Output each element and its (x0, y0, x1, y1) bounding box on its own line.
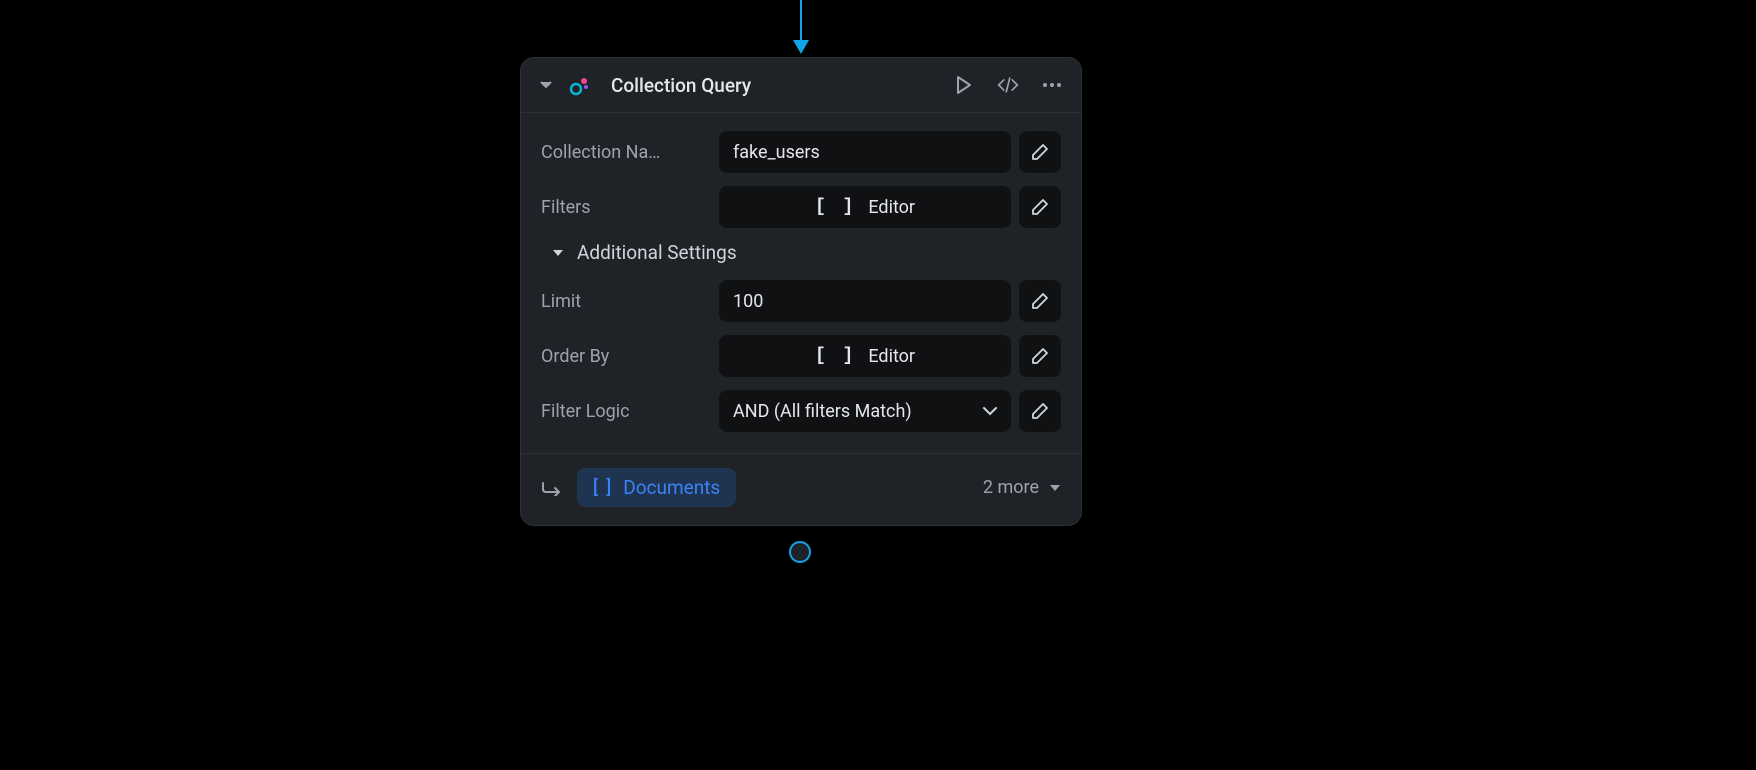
chevron-down-icon (983, 407, 997, 416)
order-by-edit-button[interactable] (1019, 335, 1061, 377)
limit-input[interactable]: 100 (719, 280, 1011, 322)
brackets-icon: [ ] (815, 197, 856, 217)
node-footer: [ ] Documents 2 more (521, 453, 1081, 525)
collection-query-node: Collection Query Collection Na… fake_use… (520, 57, 1082, 526)
order-by-editor-button[interactable]: [ ] Editor (719, 335, 1011, 377)
order-by-editor-label: Editor (868, 346, 915, 367)
collection-name-row: Collection Na… fake_users (541, 131, 1061, 173)
node-body: Collection Na… fake_users Filters [ ] Ed… (521, 113, 1081, 453)
filters-row: Filters [ ] Editor (541, 186, 1061, 228)
limit-label: Limit (541, 291, 711, 312)
order-by-row: Order By [ ] Editor (541, 335, 1061, 377)
input-connector-arrow-icon (793, 40, 809, 54)
input-connector-line (800, 0, 802, 45)
filter-logic-edit-button[interactable] (1019, 390, 1061, 432)
chevron-down-icon (551, 246, 565, 260)
documents-output-label: Documents (623, 476, 720, 499)
additional-settings-label: Additional Settings (577, 241, 737, 264)
filters-editor-label: Editor (868, 197, 915, 218)
filters-label: Filters (541, 197, 711, 218)
filter-logic-row: Filter Logic AND (All filters Match) (541, 390, 1061, 432)
more-outputs-label: 2 more (983, 477, 1039, 498)
run-button[interactable] (953, 74, 975, 96)
additional-settings-toggle[interactable]: Additional Settings (551, 241, 1061, 264)
node-header: Collection Query (521, 58, 1081, 113)
documents-output-chip[interactable]: [ ] Documents (577, 468, 736, 507)
filters-edit-button[interactable] (1019, 186, 1061, 228)
filter-logic-label: Filter Logic (541, 401, 711, 422)
limit-edit-button[interactable] (1019, 280, 1061, 322)
limit-row: Limit 100 (541, 280, 1061, 322)
brackets-icon: [ ] (593, 477, 613, 498)
node-logo-icon (567, 72, 593, 98)
collection-name-value: fake_users (733, 142, 820, 163)
collection-name-label: Collection Na… (541, 142, 711, 163)
order-by-label: Order By (541, 346, 711, 367)
chevron-down-icon (1049, 484, 1061, 492)
collapse-caret-icon[interactable] (539, 78, 553, 92)
output-connector-port[interactable] (789, 541, 811, 563)
limit-value: 100 (733, 291, 763, 312)
collection-name-edit-button[interactable] (1019, 131, 1061, 173)
filter-logic-value: AND (All filters Match) (733, 401, 912, 422)
filters-editor-button[interactable]: [ ] Editor (719, 186, 1011, 228)
header-actions (953, 74, 1063, 96)
node-title: Collection Query (611, 74, 939, 97)
collection-name-input[interactable]: fake_users (719, 131, 1011, 173)
more-options-button[interactable] (1041, 74, 1063, 96)
output-flow-icon (541, 477, 563, 499)
code-view-button[interactable] (997, 74, 1019, 96)
brackets-icon: [ ] (815, 346, 856, 366)
more-outputs-button[interactable]: 2 more (983, 477, 1061, 498)
filter-logic-select[interactable]: AND (All filters Match) (719, 390, 1011, 432)
